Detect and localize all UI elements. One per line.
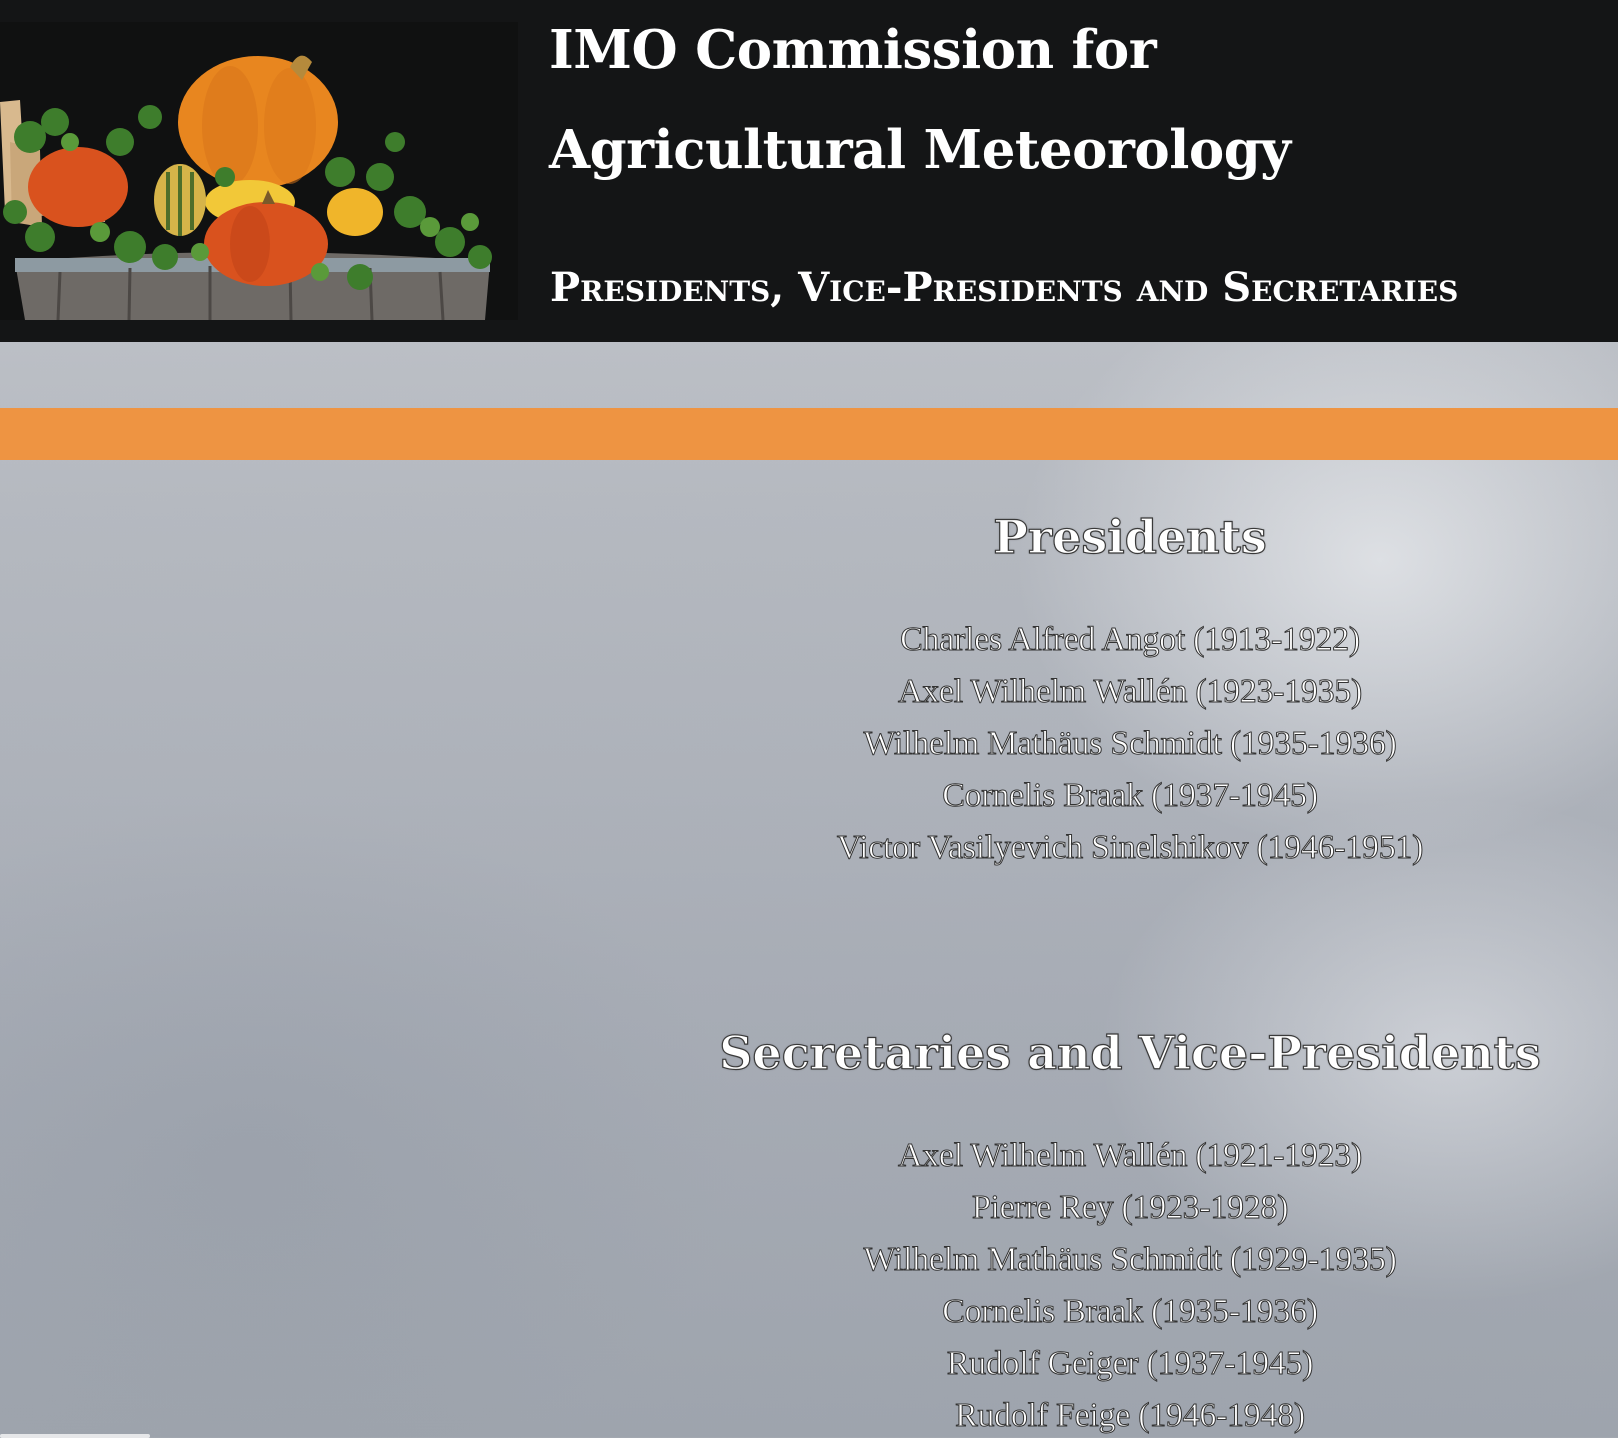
list-item: Rudolf Feige (1946-1948) [955,1397,1306,1435]
list-item: Cornelis Braak (1937-1945) [942,777,1319,815]
presidents-heading: Presidents [993,509,1268,564]
list-item: Axel Wilhelm Wallén (1923-1935) [897,673,1363,711]
site-header: IMO Commission for Agricultural Meteorol… [0,0,1618,342]
secretaries-list: Axel Wilhelm Wallén (1921-1923) Pierre R… [700,1130,1560,1438]
harvest-pumpkins-image [0,22,518,320]
presidents-list: Charles Alfred Angot (1913-1922) Axel Wi… [700,614,1560,874]
list-item: Cornelis Braak (1935-1936) [942,1293,1319,1331]
list-item: Wilhelm Mathäus Schmidt (1935-1936) [863,725,1397,763]
accent-bar [0,408,1618,460]
site-title: IMO Commission for Agricultural Meteorol… [549,0,1291,200]
pumpkin-illustration [0,22,518,320]
list-item: Victor Vasilyevich Sinelshikov (1946-195… [836,829,1424,867]
site-title-line-1: IMO Commission for [549,19,1157,81]
list-item: Pierre Rey (1923-1928) [971,1189,1289,1227]
list-item: Axel Wilhelm Wallén (1921-1923) [897,1137,1363,1175]
list-item: Charles Alfred Angot (1913-1922) [900,621,1361,659]
list-item: Wilhelm Mathäus Schmidt (1929-1935) [863,1241,1397,1279]
site-title-line-2: Agricultural Meteorology [549,119,1291,181]
secretaries-heading: Secretaries and Vice-Presidents [719,1025,1542,1080]
list-item: Rudolf Geiger (1937-1945) [946,1345,1314,1383]
scroll-indicator[interactable] [0,1434,150,1438]
secretaries-section: Secretaries and Vice-Presidents Axel Wil… [700,1025,1560,1438]
presidents-section: Presidents Charles Alfred Angot (1913-19… [700,509,1560,874]
page-subtitle: Presidents, Vice-Presidents and Secretar… [550,264,1459,311]
